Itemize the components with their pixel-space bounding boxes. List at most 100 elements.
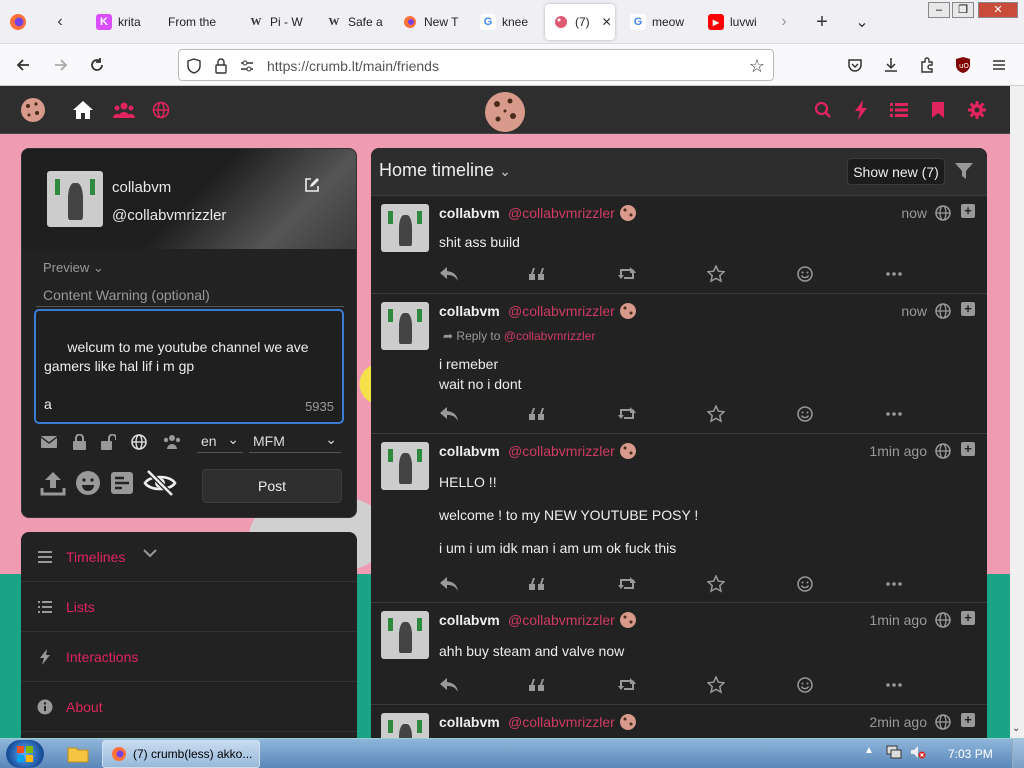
browser-tab[interactable]: G meow xyxy=(622,4,698,40)
browser-tab[interactable]: New T xyxy=(394,4,470,40)
quote-icon[interactable] xyxy=(527,675,547,695)
new-tab-icon[interactable]: + xyxy=(808,8,836,36)
status-post[interactable]: collabvm @collabvmrizzler 1min ago + ahh… xyxy=(371,603,987,705)
hamburger-menu-icon[interactable] xyxy=(986,52,1012,78)
post-author-name[interactable]: collabvm xyxy=(439,443,500,459)
post-timestamp[interactable]: 1min ago xyxy=(869,612,927,628)
browser-tab-active[interactable]: (7) ✕ xyxy=(545,4,615,40)
post-button[interactable]: Post xyxy=(202,469,342,503)
react-emoji-icon[interactable] xyxy=(795,404,815,424)
more-options-icon[interactable] xyxy=(884,675,904,695)
browser-tab[interactable]: W Pi - W xyxy=(240,4,316,40)
file-explorer-icon[interactable] xyxy=(60,741,96,767)
close-window-icon[interactable]: ✕ xyxy=(978,2,1018,18)
poll-icon[interactable] xyxy=(106,467,138,499)
home-icon[interactable] xyxy=(71,98,95,122)
reply-icon[interactable] xyxy=(439,675,459,695)
browser-tab[interactable]: From the xyxy=(160,4,236,40)
post-author-handle[interactable]: @collabvmrizzler xyxy=(508,714,615,730)
reply-icon[interactable] xyxy=(439,404,459,424)
expand-plus-icon[interactable]: + xyxy=(961,442,975,456)
tab-list-chevron-icon[interactable]: ⌄ xyxy=(848,8,876,36)
repeat-icon[interactable] xyxy=(617,264,637,284)
quote-icon[interactable] xyxy=(527,264,547,284)
bookmark-icon[interactable] xyxy=(926,98,950,122)
sidebar-item-about[interactable]: About xyxy=(21,682,357,732)
expand-plus-icon[interactable]: + xyxy=(961,713,975,727)
favorite-star-icon[interactable] xyxy=(706,675,726,695)
post-timestamp[interactable]: 1min ago xyxy=(869,443,927,459)
avatar[interactable] xyxy=(381,442,429,490)
status-post[interactable]: collabvm @collabvmrizzler now + shit ass… xyxy=(371,196,987,294)
edit-profile-icon[interactable] xyxy=(304,177,320,193)
gear-icon[interactable] xyxy=(965,98,989,122)
show-new-button[interactable]: Show new (7) xyxy=(847,158,945,185)
firefox-menu-icon[interactable] xyxy=(4,8,32,36)
public-globe-icon[interactable] xyxy=(130,433,148,451)
more-options-icon[interactable] xyxy=(884,404,904,424)
post-author-handle[interactable]: @collabvmrizzler xyxy=(508,443,615,459)
browser-tab[interactable]: W Safe a xyxy=(318,4,394,40)
tab-scroll-right-icon[interactable]: › xyxy=(770,8,798,36)
address-bar[interactable]: https://crumb.lt/main/friends ☆ xyxy=(178,49,774,81)
browser-tab[interactable]: K krita xyxy=(88,4,158,40)
browser-tab[interactable]: G knee xyxy=(472,4,542,40)
avatar[interactable] xyxy=(381,302,429,350)
search-icon[interactable] xyxy=(811,98,835,122)
page-scrollbar[interactable]: ⌄ xyxy=(1010,86,1024,738)
bolt-icon[interactable] xyxy=(849,98,873,122)
sidebar-item-interactions[interactable]: Interactions xyxy=(21,632,357,682)
browser-tab[interactable]: ▶ luvwi xyxy=(700,4,772,40)
quote-icon[interactable] xyxy=(527,574,547,594)
post-timestamp[interactable]: now xyxy=(901,303,927,319)
restore-window-icon[interactable]: ❐ xyxy=(952,2,974,18)
show-desktop-button[interactable] xyxy=(1012,739,1024,768)
more-options-icon[interactable] xyxy=(884,574,904,594)
post-author-handle[interactable]: @collabvmrizzler xyxy=(508,612,615,628)
content-warning-input[interactable]: Content Warning (optional) xyxy=(36,283,344,307)
filter-icon[interactable] xyxy=(955,162,973,180)
sidebar-item-timelines[interactable]: Timelines xyxy=(21,532,357,582)
quote-icon[interactable] xyxy=(527,404,547,424)
cookie-center-logo-icon[interactable] xyxy=(480,88,530,134)
post-author-name[interactable]: collabvm xyxy=(439,714,500,730)
sensitive-eye-slash-icon[interactable] xyxy=(142,467,178,499)
forward-icon[interactable] xyxy=(48,52,74,78)
tray-expand-icon[interactable]: ▲ xyxy=(864,745,874,756)
language-select[interactable]: en ⌄ xyxy=(197,431,243,453)
list-icon[interactable] xyxy=(887,98,911,122)
avatar[interactable] xyxy=(381,204,429,252)
minimize-window-icon[interactable]: – xyxy=(928,2,950,18)
start-button[interactable] xyxy=(6,740,44,768)
volume-muted-icon[interactable] xyxy=(910,745,926,759)
post-timestamp[interactable]: 2min ago xyxy=(869,714,927,730)
chevron-down-icon[interactable] xyxy=(143,548,157,558)
ublock-origin-icon[interactable]: uO xyxy=(950,52,976,78)
extensions-icon[interactable] xyxy=(914,52,940,78)
tab-scroll-left-icon[interactable]: ‹ xyxy=(46,8,74,36)
expand-plus-icon[interactable]: + xyxy=(961,204,975,218)
react-emoji-icon[interactable] xyxy=(795,574,815,594)
react-emoji-icon[interactable] xyxy=(795,264,815,284)
react-emoji-icon[interactable] xyxy=(795,675,815,695)
repeat-icon[interactable] xyxy=(617,574,637,594)
format-select[interactable]: MFM ⌄ xyxy=(249,431,341,453)
reply-icon[interactable] xyxy=(439,264,459,284)
upload-icon[interactable] xyxy=(37,467,69,499)
post-author-handle[interactable]: @collabvmrizzler xyxy=(508,303,615,319)
globe-icon[interactable] xyxy=(149,98,173,122)
cookie-logo-icon[interactable] xyxy=(19,96,47,124)
favorite-star-icon[interactable] xyxy=(706,404,726,424)
repeat-icon[interactable] xyxy=(617,675,637,695)
url-text[interactable]: https://crumb.lt/main/friends xyxy=(267,58,439,74)
lock-icon[interactable] xyxy=(215,58,227,74)
post-textarea[interactable]: welcum to me youtube channel we ave game… xyxy=(34,309,344,424)
favorite-star-icon[interactable] xyxy=(706,264,726,284)
reload-icon[interactable] xyxy=(84,52,110,78)
sidebar-item-lists[interactable]: Lists xyxy=(21,582,357,632)
avatar[interactable] xyxy=(47,171,103,227)
downloads-icon[interactable] xyxy=(878,52,904,78)
avatar[interactable] xyxy=(381,713,429,738)
private-lock-icon[interactable] xyxy=(70,433,88,451)
emoji-icon[interactable] xyxy=(72,467,104,499)
